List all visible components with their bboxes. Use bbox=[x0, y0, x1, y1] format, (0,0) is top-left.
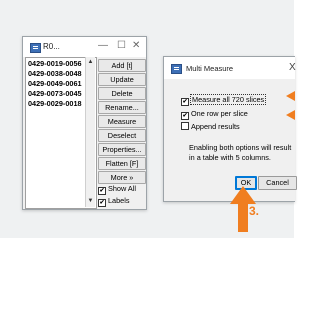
annotation-arrow-left-icon bbox=[286, 91, 295, 101]
roi-manager-window: R0... — ☐ ✕ 0429-0019-0056 0429-0038-004… bbox=[22, 36, 147, 210]
one-row-per-slice-label: One row per slice bbox=[191, 109, 248, 118]
add-button[interactable]: Add [t] bbox=[98, 59, 146, 72]
screenshot-canvas: R0... — ☐ ✕ 0429-0019-0056 0429-0038-004… bbox=[0, 0, 297, 238]
multi-measure-title: Multi Measure bbox=[186, 64, 234, 73]
show-all-label: Show All bbox=[108, 184, 136, 193]
append-results-checkbox[interactable]: Append results bbox=[181, 122, 240, 132]
measure-all-slices-checkbox[interactable]: ✔ Measure all 720 slices bbox=[181, 94, 267, 106]
scroll-up-icon[interactable]: ▲ bbox=[87, 58, 94, 66]
list-item[interactable]: 0429-0049-0061 bbox=[28, 79, 82, 89]
maximize-icon[interactable]: ☐ bbox=[117, 40, 126, 52]
deselect-button[interactable]: Deselect bbox=[98, 129, 146, 142]
measure-all-slices-label: Measure all 720 slices bbox=[189, 94, 267, 105]
checkbox-checked-icon: ✔ bbox=[181, 112, 189, 120]
show-all-checkbox[interactable]: ✔ Show All bbox=[98, 184, 136, 195]
measure-button[interactable]: Measure bbox=[98, 115, 146, 128]
flatten-button[interactable]: Flatten [F] bbox=[98, 157, 146, 170]
list-item[interactable]: 0429-0038-0048 bbox=[28, 69, 82, 79]
imagej-window-icon bbox=[30, 43, 41, 53]
roi-list-scrollbar[interactable]: ▲ ▼ bbox=[85, 57, 95, 207]
checkbox-checked-icon: ✔ bbox=[98, 187, 106, 195]
update-button[interactable]: Update bbox=[98, 73, 146, 86]
multi-measure-dialog: Multi Measure X ✔ Measure all 720 slices … bbox=[163, 56, 297, 202]
append-results-label: Append results bbox=[191, 122, 240, 131]
checkbox-checked-icon: ✔ bbox=[98, 199, 106, 207]
close-icon[interactable]: X bbox=[289, 62, 296, 73]
list-item[interactable]: 0429-0029-0018 bbox=[28, 99, 82, 109]
more-button[interactable]: More » bbox=[98, 171, 146, 184]
scroll-down-icon[interactable]: ▼ bbox=[87, 197, 94, 205]
properties-button[interactable]: Properties... bbox=[98, 143, 146, 156]
checkbox-checked-icon: ✔ bbox=[181, 98, 189, 106]
annotation-arrow-left-icon bbox=[286, 110, 295, 120]
labels-label: Labels bbox=[108, 196, 130, 205]
rename-button[interactable]: Rename... bbox=[98, 101, 146, 114]
list-item[interactable]: 0429-0073-0045 bbox=[28, 89, 82, 99]
checkbox-unchecked-icon bbox=[181, 122, 189, 130]
multi-measure-info: Enabling both options will result in a t… bbox=[189, 143, 299, 163]
multi-measure-titlebar[interactable]: Multi Measure X bbox=[164, 57, 296, 79]
list-item[interactable]: 0429-0019-0056 bbox=[28, 59, 82, 69]
one-row-per-slice-checkbox[interactable]: ✔ One row per slice bbox=[181, 109, 248, 120]
step-label: 3. bbox=[249, 204, 260, 218]
imagej-window-icon bbox=[171, 64, 182, 74]
minimize-icon[interactable]: — bbox=[98, 40, 108, 52]
roi-manager-title: R0... bbox=[43, 42, 60, 51]
info-line-1: Enabling both options will result bbox=[189, 143, 292, 152]
roi-manager-titlebar[interactable]: R0... — ☐ ✕ bbox=[23, 37, 146, 57]
close-icon[interactable]: ✕ bbox=[132, 40, 140, 52]
delete-button[interactable]: Delete bbox=[98, 87, 146, 100]
labels-checkbox[interactable]: ✔ Labels bbox=[98, 196, 130, 207]
info-line-2: in a table with 5 columns. bbox=[189, 153, 271, 162]
cancel-button[interactable]: Cancel bbox=[258, 176, 297, 190]
